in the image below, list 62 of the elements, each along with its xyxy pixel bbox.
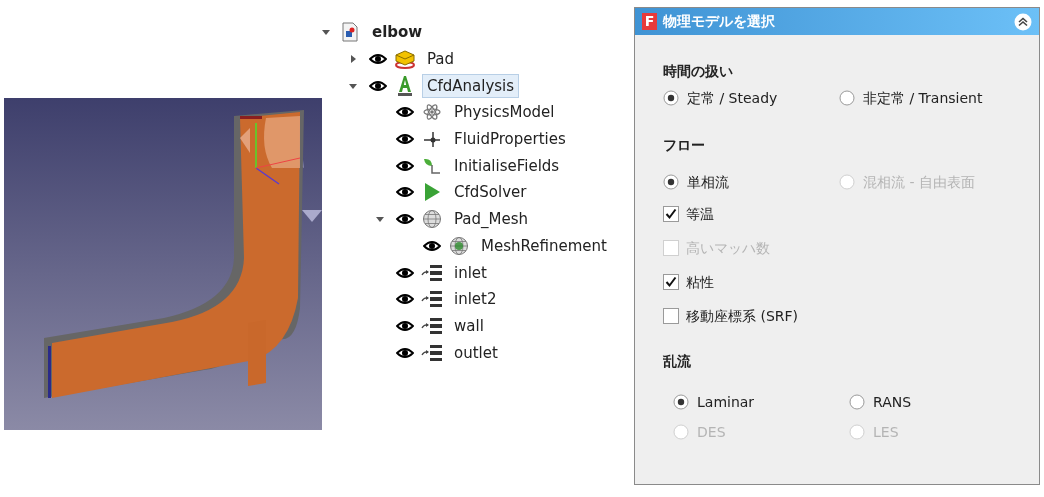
radio-label: 定常 / Steady xyxy=(687,88,778,108)
checkbox[interactable] xyxy=(663,308,679,324)
boundary-icon xyxy=(421,343,443,362)
boundary-icon xyxy=(421,316,443,335)
eye-icon[interactable] xyxy=(396,133,414,146)
checkbox-label: 等温 xyxy=(686,204,714,224)
section-title: フロー xyxy=(663,136,706,155)
eye-icon[interactable] xyxy=(396,266,414,279)
radio-label: RANS xyxy=(873,392,912,412)
checkbox[interactable] xyxy=(663,274,679,290)
tree-item[interactable]: inlet xyxy=(449,260,492,285)
eye-icon[interactable] xyxy=(396,346,414,359)
mesh-sphere-icon xyxy=(449,235,469,256)
radio-label: DES xyxy=(697,422,726,442)
tree-item[interactable]: PhysicsModel xyxy=(449,100,560,125)
radio-button[interactable] xyxy=(663,90,679,106)
tree-item[interactable]: outlet xyxy=(449,340,503,365)
cfd-analysis-icon xyxy=(396,74,414,97)
box-icon xyxy=(393,49,417,70)
nodes-icon xyxy=(422,129,442,150)
radio-button[interactable] xyxy=(673,394,689,410)
panel-title: 物理モデルを選択 xyxy=(663,12,776,31)
document-icon xyxy=(342,22,358,43)
section-title: 乱流 xyxy=(663,352,692,371)
tree-item[interactable]: MeshRefinement xyxy=(476,233,612,258)
radio-label: LES xyxy=(873,422,899,442)
tree-item[interactable]: wall xyxy=(449,313,489,338)
collapse-icon[interactable] xyxy=(1014,12,1032,31)
checkbox[interactable] xyxy=(663,206,679,222)
eye-icon[interactable] xyxy=(396,213,414,226)
app-logo: F xyxy=(642,13,657,30)
checkbox-label: 粘性 xyxy=(686,272,714,292)
radio-label: Laminar xyxy=(697,392,755,412)
eye-icon[interactable] xyxy=(423,239,441,252)
section-title: 時間の扱い xyxy=(663,62,734,81)
tree-item[interactable]: Pad_Mesh xyxy=(449,207,534,232)
tree-item[interactable]: elbow xyxy=(367,20,428,45)
eye-icon[interactable] xyxy=(396,319,414,332)
tree-item[interactable]: Pad xyxy=(422,47,460,72)
radio-button[interactable] xyxy=(849,394,865,410)
mesh-sphere-icon xyxy=(422,209,442,230)
play-icon xyxy=(423,182,441,203)
eye-icon[interactable] xyxy=(396,159,414,172)
eye-icon[interactable] xyxy=(369,53,387,66)
radio-label: 非定常 / Transient xyxy=(863,88,983,108)
checkbox-label: 移動座標系 (SRF) xyxy=(686,306,799,326)
eye-icon[interactable] xyxy=(396,106,414,119)
tree-item[interactable]: inlet2 xyxy=(449,287,502,312)
radio-label: 単相流 xyxy=(687,172,729,192)
tree-item[interactable]: CfdSolver xyxy=(449,180,532,205)
boundary-icon xyxy=(421,290,443,309)
tree-item[interactable]: FluidProperties xyxy=(449,127,571,152)
tree-item[interactable]: InitialiseFields xyxy=(449,153,565,178)
tree-item[interactable]: CfdAnalysis xyxy=(422,73,520,98)
radio-button[interactable] xyxy=(839,90,855,106)
eye-icon[interactable] xyxy=(369,79,387,92)
radio-button[interactable] xyxy=(663,174,679,190)
eye-icon[interactable] xyxy=(396,186,414,199)
boundary-icon xyxy=(421,263,443,282)
eye-icon[interactable] xyxy=(396,293,414,306)
expand-arrow-icon[interactable] xyxy=(348,54,358,65)
atom-icon xyxy=(422,102,442,123)
